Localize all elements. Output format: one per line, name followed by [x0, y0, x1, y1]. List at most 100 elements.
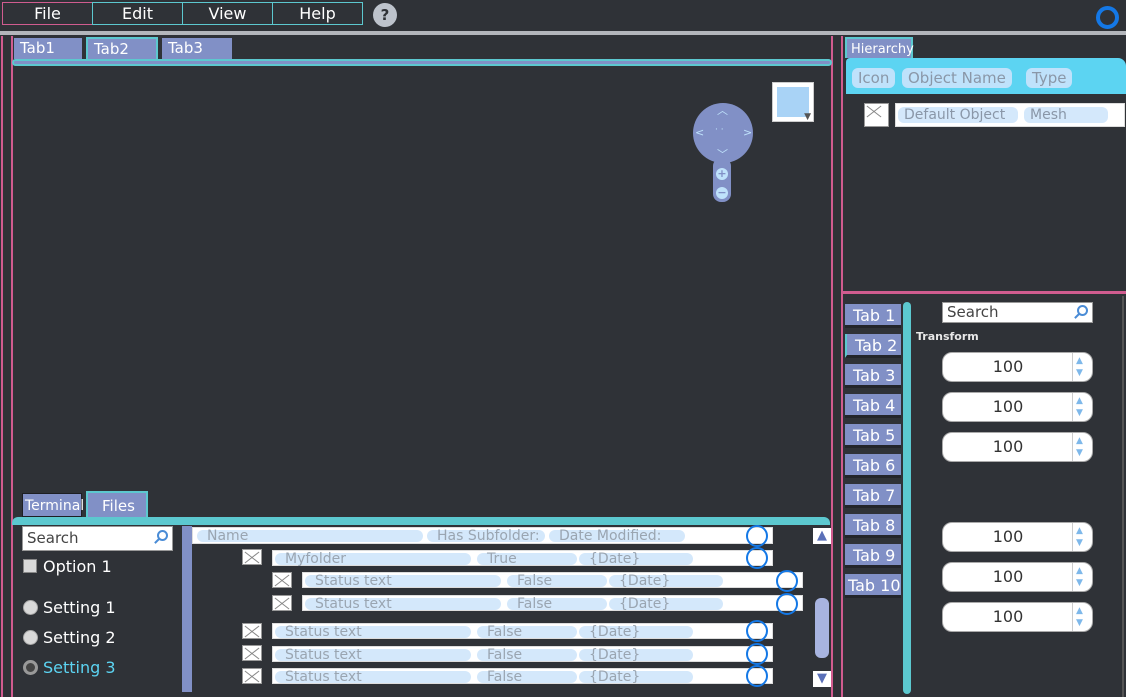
header-action-ring[interactable] [746, 525, 768, 547]
table-row[interactable]: Status text False {Date} [272, 668, 773, 684]
row-date: {Date} [609, 597, 723, 611]
transform-label: Transform [916, 330, 979, 343]
inspector-tab-1[interactable]: Tab 1 [845, 304, 901, 328]
menu-divider [0, 31, 1126, 35]
table-row[interactable]: Myfolder True {Date} [272, 550, 773, 566]
files-splitter[interactable] [182, 526, 192, 692]
row3-ring[interactable] [776, 593, 798, 615]
col-object-name[interactable]: Object Name [902, 68, 1012, 88]
table-row[interactable]: Status text False {Date} [302, 595, 803, 611]
side-left-frame[interactable] [841, 36, 843, 697]
file-menu[interactable]: File [2, 2, 93, 25]
row3-thumbnail-icon [272, 595, 292, 611]
inspector-tab-5[interactable]: Tab 5 [845, 424, 901, 448]
inspector-search-input[interactable]: Search [942, 302, 1093, 323]
nav-up-icon[interactable]: ︿ [717, 105, 728, 116]
row4-ring[interactable] [746, 620, 768, 642]
setting2-radio[interactable] [23, 630, 38, 645]
search-icon[interactable] [157, 530, 168, 541]
inspector-tab-6[interactable]: Tab 6 [845, 454, 901, 478]
nav-right-icon[interactable]: > [743, 127, 752, 138]
nav-center-icon: · · [715, 125, 724, 135]
zoom-out-icon[interactable]: − [716, 187, 728, 199]
scroll-thumb[interactable] [815, 598, 829, 658]
row2-ring[interactable] [776, 570, 798, 592]
scroll-down-icon[interactable]: ▼ [813, 671, 831, 687]
row4-thumbnail-icon [242, 623, 262, 639]
tab-terminal[interactable]: Terminal [22, 493, 84, 517]
transform-field-2[interactable]: 100 ▲ ▼ [942, 392, 1093, 422]
transform-field-3[interactable]: 100 ▲ ▼ [942, 432, 1093, 462]
scroll-up-icon[interactable]: ▲ [813, 528, 831, 544]
status-ring-icon[interactable] [1096, 6, 1119, 29]
tab-files[interactable]: Files [86, 491, 148, 517]
files-search-input[interactable]: Search [22, 526, 173, 551]
tab-1[interactable]: Tab1 [14, 38, 82, 59]
inspector-tab-4[interactable]: Tab 4 [845, 394, 901, 418]
row-subfolder: False [477, 648, 577, 662]
transform-field-5[interactable]: 100 ▲ ▼ [942, 562, 1093, 592]
table-row[interactable]: Status text False {Date} [302, 572, 803, 588]
setting1-radio[interactable] [23, 600, 38, 615]
view-preview-dropdown[interactable]: ▼ [772, 82, 814, 122]
inspector-tab-9[interactable]: Tab 9 [845, 544, 901, 568]
row-subfolder: False [507, 574, 607, 588]
zoom-in-icon[interactable]: + [716, 168, 728, 180]
inspector-tab-8[interactable]: Tab 8 [845, 514, 901, 538]
inspector-tab-2[interactable]: Tab 2 [845, 334, 901, 358]
col-name[interactable]: Name [197, 529, 423, 543]
tab-hierarchy[interactable]: Hierarchy [845, 37, 914, 58]
stepper-icon[interactable]: ▲ ▼ [1072, 563, 1092, 591]
tab-3[interactable]: Tab3 [162, 38, 232, 59]
col-type[interactable]: Type [1026, 68, 1073, 88]
inspector-right-edge [1122, 296, 1124, 697]
files-tab-underline [12, 517, 830, 525]
row-subfolder: True [477, 552, 577, 566]
inspector-tab-3[interactable]: Tab 3 [845, 364, 901, 388]
field-value: 100 [992, 607, 1024, 626]
view-menu[interactable]: View [182, 2, 273, 25]
stepper-icon[interactable]: ▲ ▼ [1072, 353, 1092, 381]
search-icon[interactable] [1077, 305, 1088, 316]
files-scrollbar[interactable]: ▲ ▼ [813, 526, 831, 692]
row-name: Status text [275, 670, 471, 684]
nav-left-icon[interactable]: < [695, 127, 704, 138]
setting3-radio[interactable] [23, 660, 38, 675]
help-menu[interactable]: Help [272, 2, 363, 25]
side-split-divider[interactable] [843, 291, 1126, 294]
zoom-control: + − [713, 158, 731, 202]
row5-ring[interactable] [746, 643, 768, 665]
row-name: Status text [275, 648, 471, 662]
inspector-divider [903, 302, 911, 694]
row6-ring[interactable] [746, 665, 768, 687]
viewport-right-frame[interactable] [831, 36, 833, 697]
inspector-tab-10[interactable]: Tab 10 [845, 574, 901, 598]
row1-ring[interactable] [746, 547, 768, 569]
stepper-icon[interactable]: ▲ ▼ [1072, 523, 1092, 551]
inspector-search-placeholder: Search [947, 303, 999, 321]
stepper-icon[interactable]: ▲ ▼ [1072, 603, 1092, 631]
edit-menu[interactable]: Edit [92, 2, 183, 25]
table-row[interactable]: Status text False {Date} [272, 623, 773, 639]
viewport-tab-underline [12, 59, 832, 66]
option1-label: Option 1 [43, 557, 112, 576]
row6-thumbnail-icon [242, 668, 262, 684]
hierarchy-object-row[interactable]: Default Object Mesh [895, 103, 1125, 127]
transform-field-6[interactable]: 100 ▲ ▼ [942, 602, 1093, 632]
tab-2[interactable]: Tab2 [86, 37, 158, 59]
inspector-tab-7[interactable]: Tab 7 [845, 484, 901, 508]
stepper-icon[interactable]: ▲ ▼ [1072, 433, 1092, 461]
setting3-label: Setting 3 [43, 658, 116, 677]
help-icon[interactable]: ? [373, 3, 397, 27]
table-row[interactable]: Status text False {Date} [272, 646, 773, 662]
row-subfolder: False [477, 670, 577, 684]
navigation-gizmo[interactable]: ︿ < > ﹀ · · [693, 103, 753, 163]
col-date-modified[interactable]: Date Modified: [549, 529, 685, 543]
transform-field-1[interactable]: 100 ▲ ▼ [942, 352, 1093, 382]
stepper-icon[interactable]: ▲ ▼ [1072, 393, 1092, 421]
col-has-subfolder[interactable]: Has Subfolder: [427, 529, 545, 543]
field-value: 100 [992, 397, 1024, 416]
transform-field-4[interactable]: 100 ▲ ▼ [942, 522, 1093, 552]
option1-checkbox[interactable] [23, 559, 37, 573]
col-icon[interactable]: Icon [852, 68, 896, 88]
